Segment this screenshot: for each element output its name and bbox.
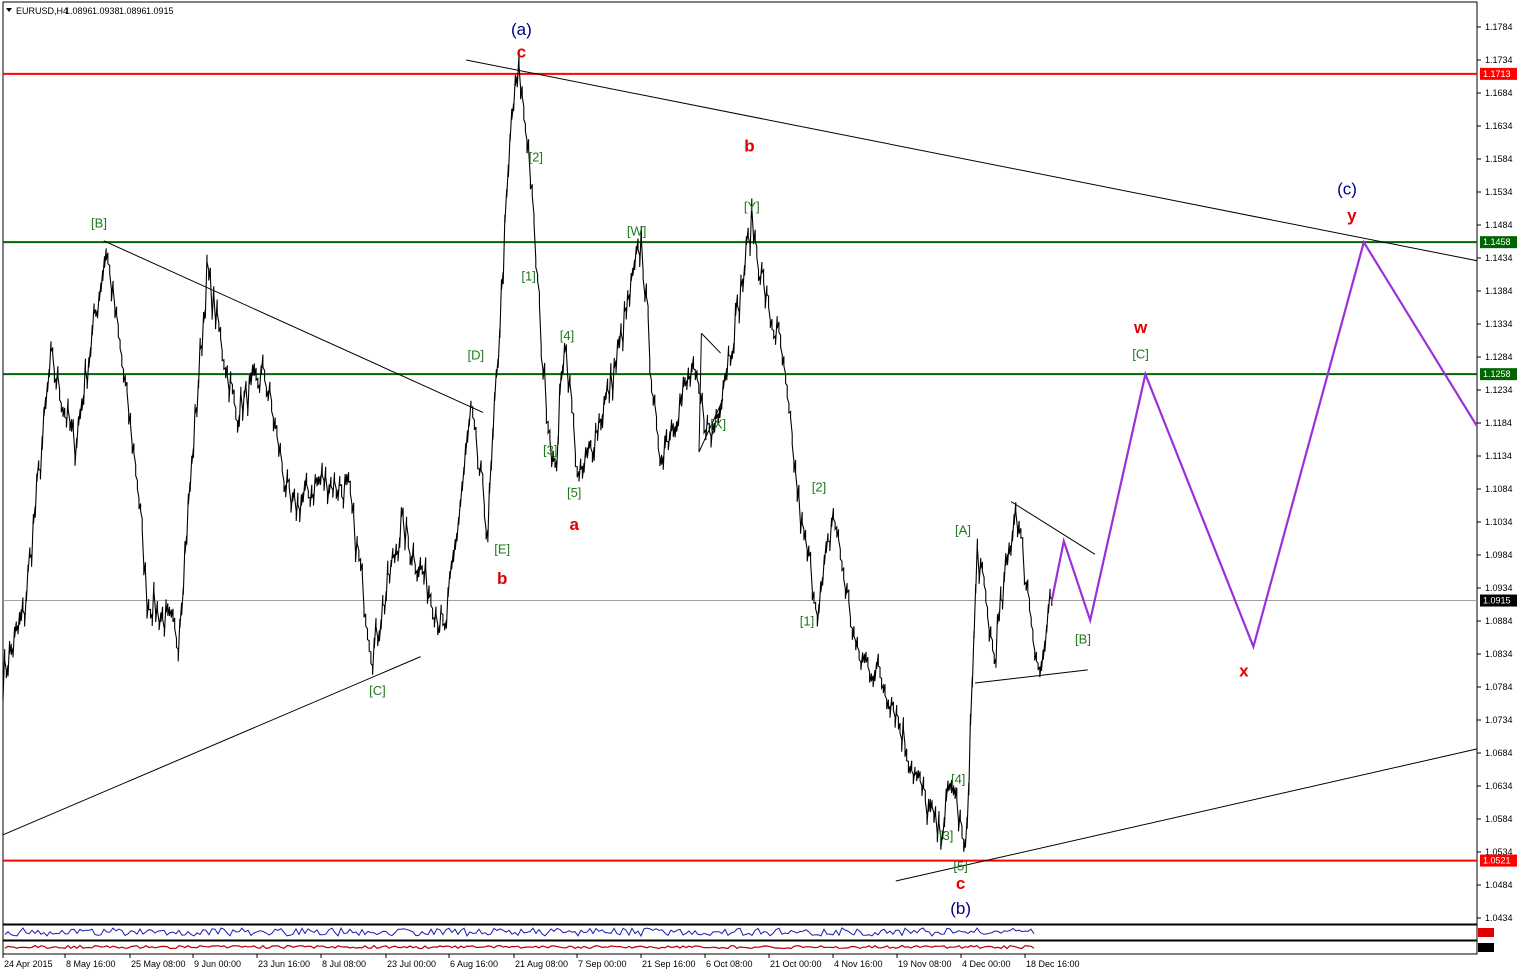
time-tick-label: 8 Jul 08:00 <box>322 959 366 969</box>
time-tick-label: 24 Apr 2015 <box>4 959 53 969</box>
price-tag-text: 1.1713 <box>1483 69 1511 79</box>
time-tick-label: 18 Dec 16:00 <box>1026 959 1080 969</box>
time-tick-label: 25 May 08:00 <box>131 959 186 969</box>
wave-label: (c) <box>1337 180 1357 199</box>
wave-label: (a) <box>511 20 532 39</box>
wave-label: [1] <box>800 614 814 629</box>
wave-label: [5] <box>567 485 581 500</box>
wave-label: [E] <box>494 542 510 557</box>
wave-label: w <box>1133 318 1148 337</box>
price-tick-label: 1.1434 <box>1485 253 1513 263</box>
time-tick-label: 21 Oct 00:00 <box>770 959 822 969</box>
time-tick-label: 23 Jun 16:00 <box>258 959 310 969</box>
price-tick-label: 1.0784 <box>1485 682 1513 692</box>
price-tick-label: 1.0734 <box>1485 715 1513 725</box>
macd-level-tag <box>1478 943 1494 952</box>
price-tick-label: 1.1634 <box>1485 121 1513 131</box>
price-tick-label: 1.0484 <box>1485 880 1513 890</box>
ohlc-low: 1.0896 <box>119 6 147 16</box>
ohlc-high: 1.0938 <box>92 6 120 16</box>
wave-label: [3] <box>543 443 557 458</box>
time-tick-label: 21 Sep 16:00 <box>642 959 696 969</box>
time-tick-label: 4 Dec 00:00 <box>962 959 1011 969</box>
price-tick-label: 1.1134 <box>1485 451 1512 461</box>
wave-label: [B] <box>91 216 107 231</box>
price-tag-text: 1.1258 <box>1483 369 1511 379</box>
rsi-level-tag <box>1478 928 1494 937</box>
wave-label: [4] <box>560 328 574 343</box>
price-tick-label: 1.1584 <box>1485 154 1513 164</box>
price-tick-label: 1.0434 <box>1485 913 1513 923</box>
ohlc-close: 1.0915 <box>146 6 174 16</box>
price-tick-label: 1.0934 <box>1485 583 1513 593</box>
chart-canvas[interactable]: EURUSD,H4 1.0896 1.0938 1.0896 1.0915 (a… <box>0 0 1517 972</box>
price-tick-label: 1.1684 <box>1485 88 1513 98</box>
symbol-label: EURUSD,H4 <box>16 6 68 16</box>
wave-label: c <box>956 874 965 893</box>
price-tick-label: 1.1534 <box>1485 187 1513 197</box>
price-tick-label: 1.0884 <box>1485 616 1513 626</box>
time-tick-label: 6 Oct 08:00 <box>706 959 753 969</box>
wave-label: x <box>1239 661 1249 680</box>
time-tick-label: 19 Nov 08:00 <box>898 959 952 969</box>
wave-label: [C] <box>1132 346 1149 361</box>
time-tick-label: 23 Jul 00:00 <box>387 959 436 969</box>
price-tick-label: 1.1484 <box>1485 220 1513 230</box>
chart-header: EURUSD,H4 1.0896 1.0938 1.0896 1.0915 <box>6 6 174 16</box>
wave-label: b <box>497 569 507 588</box>
price-tick-label: 1.1384 <box>1485 286 1513 296</box>
wave-label: [A] <box>955 523 971 538</box>
wave-label: c <box>517 42 526 61</box>
chart-background <box>0 0 1517 972</box>
wave-label: [D] <box>467 348 484 363</box>
wave-label: [C] <box>369 683 386 698</box>
current-price-tag-text: 1.0915 <box>1483 596 1511 606</box>
wave-label: [3] <box>939 828 953 843</box>
time-tick-label: 8 May 16:00 <box>66 959 116 969</box>
wave-label: a <box>569 515 579 534</box>
time-tick-label: 6 Aug 16:00 <box>450 959 498 969</box>
time-tick-label: 21 Aug 08:00 <box>515 959 568 969</box>
price-tick-label: 1.0584 <box>1485 814 1513 824</box>
wave-label: [X] <box>710 416 726 431</box>
time-tick-label: 9 Jun 00:00 <box>194 959 241 969</box>
time-tick-label: 7 Sep 00:00 <box>578 959 627 969</box>
price-tick-label: 1.1034 <box>1485 517 1513 527</box>
price-tick-label: 1.1784 <box>1485 22 1513 32</box>
price-tick-label: 1.0984 <box>1485 550 1513 560</box>
price-tick-label: 1.1234 <box>1485 385 1513 395</box>
price-tick-label: 1.1184 <box>1485 418 1512 428</box>
wave-label: [2] <box>812 480 826 495</box>
price-tick-label: 1.1084 <box>1485 484 1513 494</box>
wave-label: [Y] <box>744 199 760 214</box>
price-tag-text: 1.0521 <box>1483 856 1511 866</box>
wave-label: y <box>1347 206 1357 225</box>
price-tick-label: 1.0684 <box>1485 748 1513 758</box>
wave-label: [W] <box>627 224 647 239</box>
wave-label: [5] <box>953 858 967 873</box>
wave-label: [2] <box>529 150 543 165</box>
wave-label: [B] <box>1075 631 1091 646</box>
price-tick-label: 1.0634 <box>1485 781 1513 791</box>
price-tag-text: 1.1458 <box>1483 237 1511 247</box>
wave-label: b <box>744 137 754 156</box>
price-tick-label: 1.1734 <box>1485 55 1513 65</box>
price-tick-label: 1.0834 <box>1485 649 1513 659</box>
wave-label: [1] <box>521 268 535 283</box>
wave-label: [4] <box>951 771 965 786</box>
price-tick-label: 1.1334 <box>1485 319 1513 329</box>
time-tick-label: 4 Nov 16:00 <box>834 959 883 969</box>
ohlc-open: 1.0896 <box>65 6 93 16</box>
price-tick-label: 1.1284 <box>1485 352 1513 362</box>
wave-label: (b) <box>950 899 971 918</box>
